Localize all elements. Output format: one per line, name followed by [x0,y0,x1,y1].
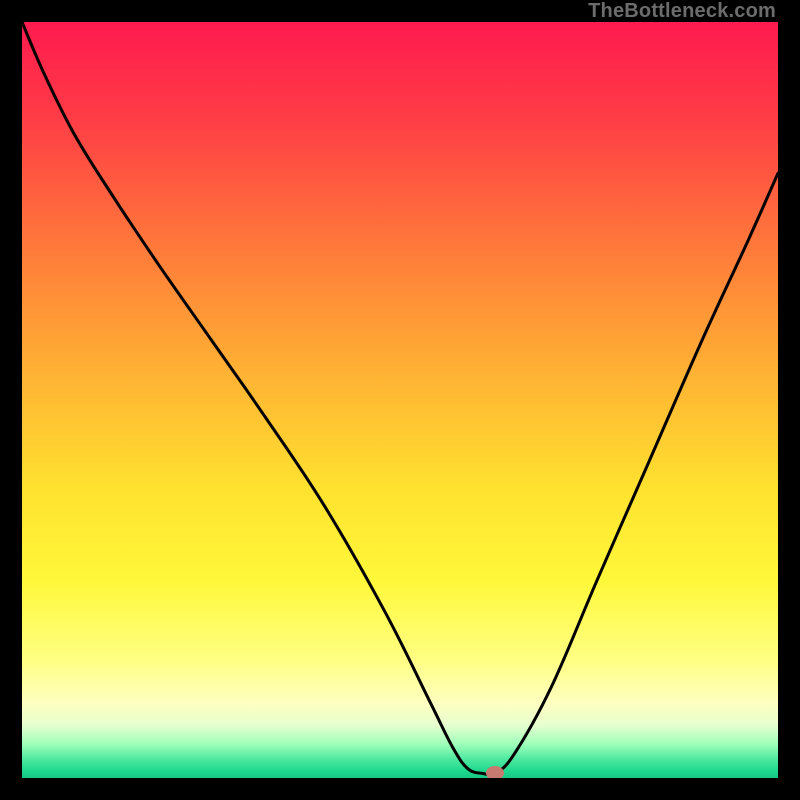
bottleneck-curve [22,22,778,778]
optimal-point-marker [486,766,504,778]
chart-frame: TheBottleneck.com [0,0,800,800]
plot-area [22,22,778,778]
watermark-text: TheBottleneck.com [588,0,776,23]
